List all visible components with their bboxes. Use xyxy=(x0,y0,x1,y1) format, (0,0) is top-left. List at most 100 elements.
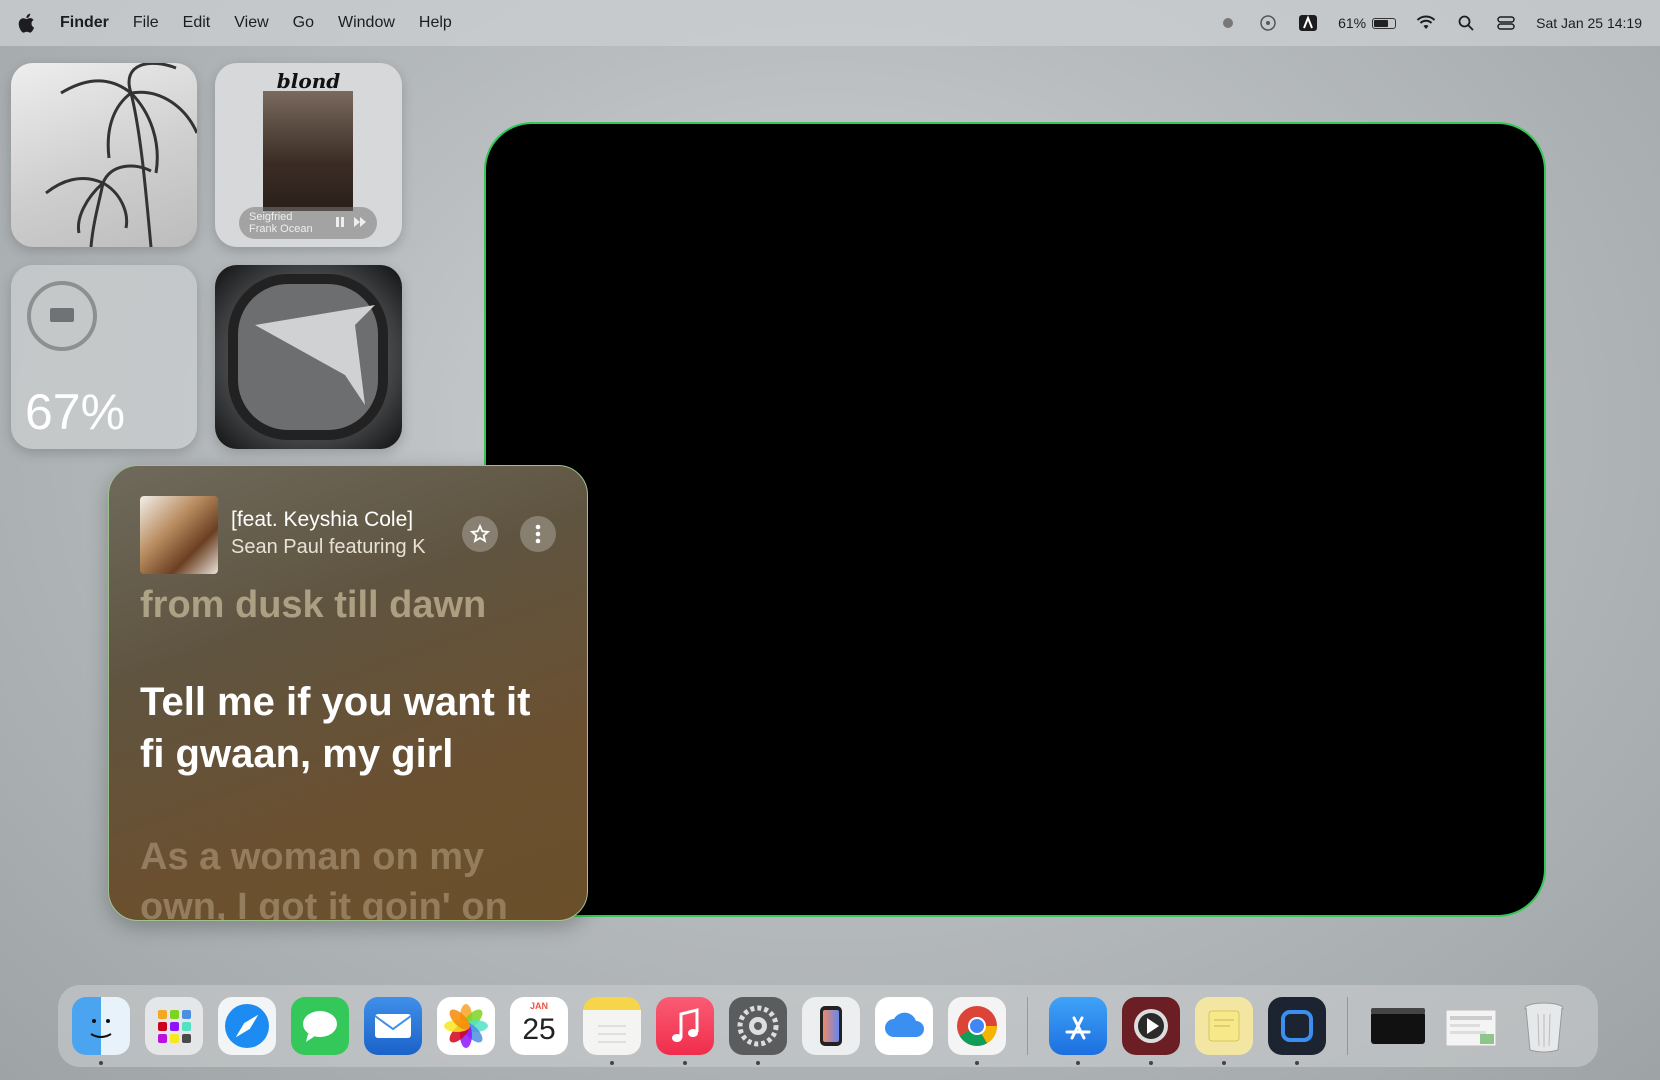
finder-icon xyxy=(90,1019,112,1038)
song-artist: Sean Paul featuring K xyxy=(231,536,426,558)
menu-file[interactable]: File xyxy=(133,14,159,32)
menu-bar: Finder File Edit View Go Window Help 61%… xyxy=(0,0,1660,46)
menu-clock[interactable]: Sat Jan 25 14:19 xyxy=(1536,15,1642,31)
spotlight-search-icon[interactable] xyxy=(1456,13,1476,33)
dock-terminal-folder[interactable] xyxy=(1369,997,1427,1055)
dock-quicktime[interactable] xyxy=(1122,997,1180,1065)
battery-level-fill xyxy=(1374,19,1388,27)
dock-safari[interactable] xyxy=(218,997,276,1055)
cloud-icon xyxy=(885,1012,924,1037)
calendar-month: JAN xyxy=(529,1001,548,1011)
chrome-icon xyxy=(957,1006,997,1046)
messages-icon xyxy=(303,1011,337,1042)
star-icon xyxy=(470,524,490,543)
running-indicator xyxy=(1149,1061,1153,1065)
pause-icon[interactable] xyxy=(335,216,345,231)
input-source-icon[interactable] xyxy=(1298,13,1318,33)
battery-icon xyxy=(1372,17,1397,29)
photo-widget-airplane-window[interactable] xyxy=(215,265,402,449)
dock-separator xyxy=(1027,997,1028,1055)
dock-iphone-mirroring[interactable] xyxy=(802,997,860,1055)
camera-indicator-icon[interactable] xyxy=(1218,13,1238,33)
menu-edit[interactable]: Edit xyxy=(183,14,211,32)
notes-icon xyxy=(598,1025,626,1043)
music-widget-blond[interactable]: blond Seigfried Frank Ocean xyxy=(215,63,402,247)
dock-chrome[interactable] xyxy=(948,997,1006,1065)
document-stack-icon xyxy=(1445,1009,1497,1047)
laptop-icon xyxy=(50,308,74,322)
photo-widget-palm-trees[interactable] xyxy=(11,63,197,247)
dock-screen-recorder[interactable] xyxy=(1268,997,1326,1065)
dock-messages[interactable] xyxy=(291,997,349,1055)
menu-help[interactable]: Help xyxy=(419,14,452,32)
lyrics-widget[interactable]: [feat. Keyshia Cole] Sean Paul featuring… xyxy=(108,465,588,921)
dock-notes[interactable] xyxy=(583,997,641,1065)
now-playing-artist: Frank Ocean xyxy=(249,223,313,235)
more-options-button[interactable] xyxy=(520,516,556,552)
dock-calendar[interactable]: JAN 25 xyxy=(510,997,568,1055)
running-indicator xyxy=(1222,1061,1226,1065)
mail-icon xyxy=(374,1014,412,1038)
battery-percent-label: 61% xyxy=(1338,15,1367,31)
folder-stack-icon xyxy=(1371,1008,1425,1044)
running-indicator xyxy=(1295,1061,1299,1065)
launchpad-icon xyxy=(158,1010,191,1043)
dock-mail[interactable] xyxy=(364,997,422,1055)
skip-forward-icon[interactable] xyxy=(353,216,367,231)
palm-trees-image xyxy=(45,63,197,247)
battery-widget-percent: 67% xyxy=(25,384,126,440)
dock-music[interactable] xyxy=(656,997,714,1065)
song-artwork xyxy=(140,496,218,574)
running-indicator xyxy=(1076,1061,1080,1065)
calendar-day: 25 xyxy=(522,1013,556,1046)
play-icon xyxy=(1134,1009,1168,1043)
lyric-line-previous[interactable]: from dusk till dawn xyxy=(140,584,486,627)
dock-stickies[interactable] xyxy=(1195,997,1253,1065)
photos-icon xyxy=(444,1004,488,1048)
wifi-icon[interactable] xyxy=(1416,13,1436,33)
song-title: [feat. Keyshia Cole] xyxy=(231,508,414,531)
iphone-icon xyxy=(820,1006,842,1046)
dock-trash[interactable] xyxy=(1515,997,1573,1055)
airplane-window-image xyxy=(228,274,388,440)
apple-menu-icon[interactable] xyxy=(18,12,40,34)
battery-widget[interactable]: 67% xyxy=(11,265,197,449)
app-store-icon xyxy=(1065,1016,1091,1040)
album-title: blond xyxy=(276,69,341,93)
dock-system-settings[interactable] xyxy=(729,997,787,1065)
menu-go[interactable]: Go xyxy=(293,14,314,32)
dock: JAN 25 xyxy=(58,985,1598,1067)
album-cover xyxy=(263,91,353,211)
control-center-icon[interactable] xyxy=(1496,13,1516,33)
more-vertical-icon xyxy=(535,524,541,544)
running-indicator xyxy=(683,1061,687,1065)
lyric-line-next[interactable]: As a woman on my own, I got it goin' on xyxy=(140,832,570,920)
favorite-button[interactable] xyxy=(462,516,498,552)
now-playing-controls: Seigfried Frank Ocean xyxy=(239,207,377,239)
menu-finder[interactable]: Finder xyxy=(60,14,109,32)
dock-separator xyxy=(1347,997,1348,1055)
dock-document-stack[interactable] xyxy=(1442,997,1500,1055)
running-indicator xyxy=(610,1061,614,1065)
safari-icon xyxy=(225,1004,269,1048)
now-playing-track: Seigfried xyxy=(249,211,293,223)
menu-window[interactable]: Window xyxy=(338,14,395,32)
menu-view[interactable]: View xyxy=(234,14,268,32)
dock-icloud-drive[interactable] xyxy=(875,997,933,1055)
focus-icon[interactable] xyxy=(1258,13,1278,33)
screen-recorder-icon xyxy=(1281,1010,1313,1042)
running-indicator xyxy=(756,1061,760,1065)
battery-ring xyxy=(27,281,97,351)
blank-window-panel[interactable] xyxy=(484,122,1546,917)
battery-status[interactable]: 61% xyxy=(1338,15,1397,31)
dock-photos[interactable] xyxy=(437,997,495,1055)
gear-icon xyxy=(737,1005,779,1047)
now-playing-track-info: Seigfried Frank Ocean xyxy=(249,211,327,235)
lyric-line-current[interactable]: Tell me if you want it fi gwaan, my girl xyxy=(140,676,570,780)
dock-launchpad[interactable] xyxy=(145,997,203,1055)
dock-app-store[interactable] xyxy=(1049,997,1107,1065)
dock-finder[interactable] xyxy=(72,997,130,1065)
running-indicator xyxy=(975,1061,979,1065)
stickies-icon xyxy=(1208,1010,1240,1042)
music-note-icon xyxy=(672,1008,699,1042)
